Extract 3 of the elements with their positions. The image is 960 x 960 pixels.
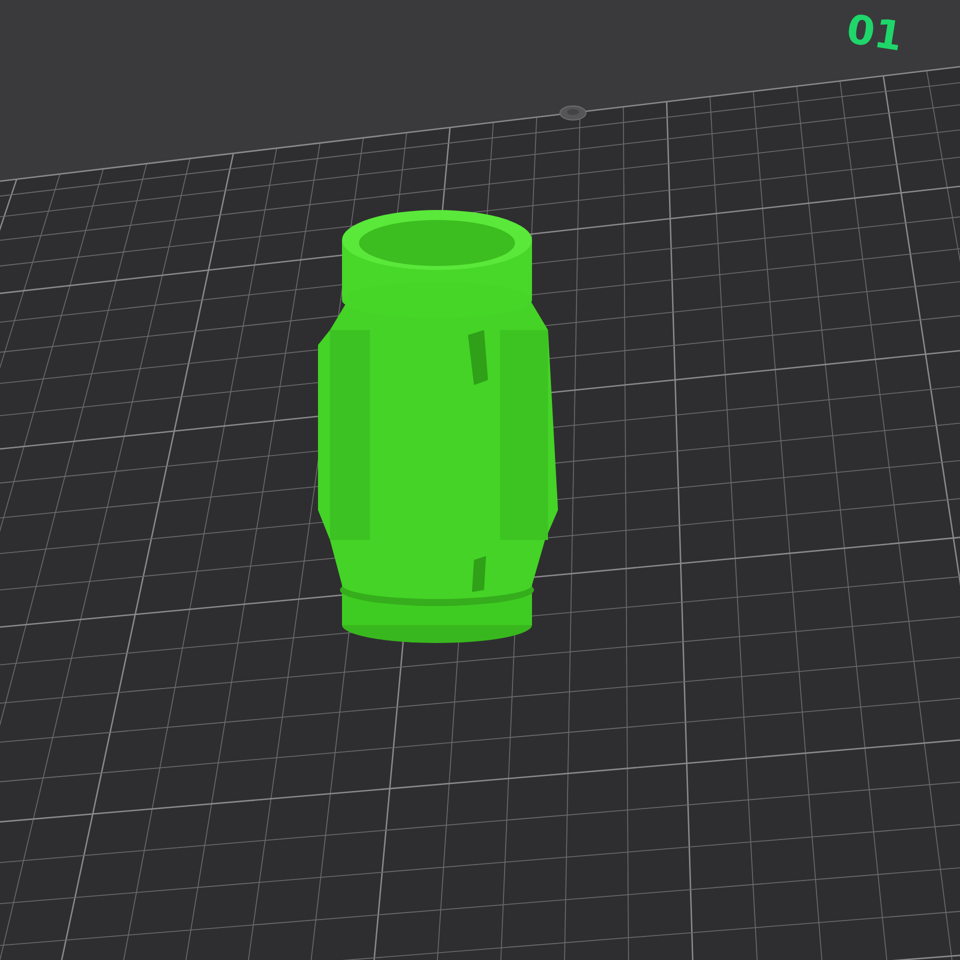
3d-viewport[interactable]: 01 bbox=[0, 0, 960, 960]
screw-icon bbox=[560, 106, 586, 120]
plate-number: 01 bbox=[843, 6, 906, 61]
